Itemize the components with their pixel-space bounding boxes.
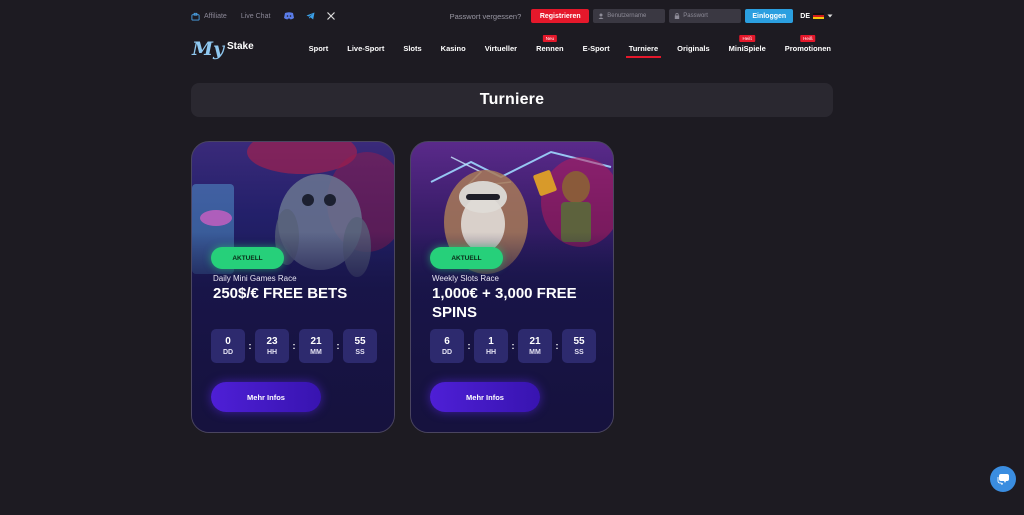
status-badge: AKTUELL bbox=[430, 247, 503, 269]
mystake-logo[interactable]: My Stake bbox=[191, 36, 257, 62]
auth-area: Passwort vergessen? Registrieren Benutze… bbox=[450, 9, 833, 23]
top-bar: Affiliate Live Chat Passwort vergessen? … bbox=[191, 8, 833, 24]
more-info-button[interactable]: Mehr Infos bbox=[211, 382, 321, 412]
timer-separator: : bbox=[336, 341, 340, 351]
affiliate-label: Affiliate bbox=[204, 12, 227, 20]
lock-icon bbox=[675, 13, 680, 19]
more-info-button[interactable]: Mehr Infos bbox=[430, 382, 540, 412]
timer-value: 0 bbox=[225, 335, 231, 347]
countdown-timer: 6 DD : 1 HH : 21 MM : 55 SS bbox=[430, 329, 596, 363]
nav-label: MiniSpiele bbox=[728, 44, 766, 53]
page-title-bar: Turniere bbox=[191, 83, 833, 117]
nav-label: Rennen bbox=[536, 44, 564, 53]
language-selector[interactable]: DE bbox=[800, 12, 833, 20]
language-code: DE bbox=[800, 12, 810, 20]
timer-seconds: 55 SS bbox=[562, 329, 596, 363]
germany-flag-icon bbox=[813, 12, 824, 20]
timer-value: 23 bbox=[266, 335, 278, 347]
tournament-card[interactable]: AKTUELL Daily Mini Games Race 250$/€ FRE… bbox=[191, 141, 395, 433]
nav-label: Sport bbox=[308, 44, 329, 53]
timer-separator: : bbox=[511, 341, 515, 351]
timer-days: 6 DD bbox=[430, 329, 464, 363]
timer-value: 21 bbox=[529, 335, 541, 347]
telegram-icon[interactable] bbox=[306, 12, 315, 20]
timer-value: 6 bbox=[444, 335, 450, 347]
nav-slots[interactable]: Slots bbox=[403, 44, 421, 53]
timer-separator: : bbox=[292, 341, 296, 351]
discord-icon[interactable] bbox=[284, 12, 295, 20]
password-placeholder: Passwort bbox=[683, 13, 708, 19]
timer-seconds: 55 SS bbox=[343, 329, 377, 363]
timer-unit: HH bbox=[266, 348, 278, 356]
card-title: 1,000€ + 3,000 FREE SPINS bbox=[432, 285, 577, 321]
tournament-card[interactable]: AKTUELL Weekly Slots Race 1,000€ + 3,000… bbox=[410, 141, 614, 433]
register-button[interactable]: Registrieren bbox=[531, 9, 590, 23]
timer-separator: : bbox=[248, 341, 252, 351]
timer-hours: 1 HH bbox=[474, 329, 508, 363]
nav-originals[interactable]: Originals bbox=[677, 44, 710, 53]
nav-label: Promotionen bbox=[784, 44, 831, 53]
nav-rennen[interactable]: Neu Rennen bbox=[536, 35, 564, 53]
x-twitter-icon[interactable] bbox=[327, 12, 336, 20]
timer-value: 21 bbox=[310, 335, 322, 347]
status-badge: AKTUELL bbox=[211, 247, 284, 269]
new-badge: Neu bbox=[542, 35, 557, 42]
nav-label: Slots bbox=[403, 44, 422, 53]
nav-kasino[interactable]: Kasino bbox=[441, 44, 466, 53]
username-placeholder: Benutzername bbox=[607, 13, 647, 19]
username-field[interactable]: Benutzername bbox=[593, 9, 666, 23]
hot-badge: Heiß bbox=[739, 35, 755, 42]
timer-unit: MM bbox=[310, 348, 322, 356]
nav-label: Virtueller bbox=[484, 44, 518, 53]
page-title: Turniere bbox=[479, 91, 545, 108]
nav-label: Live-Sport bbox=[347, 44, 385, 53]
nav-label: Turniere bbox=[628, 44, 659, 53]
briefcase-icon bbox=[191, 12, 200, 21]
nav-promotionen[interactable]: Heiß Promotionen bbox=[784, 35, 831, 53]
timer-minutes: 21 MM bbox=[299, 329, 333, 363]
timer-unit: DD bbox=[222, 348, 234, 356]
countdown-timer: 0 DD : 23 HH : 21 MM : 55 SS bbox=[211, 329, 377, 363]
top-links: Affiliate Live Chat bbox=[191, 12, 336, 21]
timer-value: 55 bbox=[354, 335, 366, 347]
nav-label: Originals bbox=[677, 44, 710, 53]
chat-bubble-icon bbox=[997, 474, 1009, 485]
timer-unit: SS bbox=[574, 348, 584, 356]
forgot-password-link[interactable]: Passwort vergessen? bbox=[450, 12, 522, 21]
timer-separator: : bbox=[555, 341, 559, 351]
timer-minutes: 21 MM bbox=[518, 329, 552, 363]
card-subtitle: Daily Mini Games Race bbox=[213, 274, 297, 283]
timer-unit: HH bbox=[485, 348, 497, 356]
affiliate-link[interactable]: Affiliate bbox=[191, 12, 227, 21]
chat-support-button[interactable] bbox=[990, 466, 1016, 492]
main-nav: Sport Live-Sport Slots Kasino Virtueller… bbox=[309, 35, 831, 58]
live-chat-link[interactable]: Live Chat bbox=[241, 13, 271, 20]
timer-unit: DD bbox=[441, 348, 453, 356]
nav-virtueller[interactable]: Virtueller bbox=[485, 44, 517, 53]
nav-label: E-Sport bbox=[582, 44, 610, 53]
timer-unit: MM bbox=[529, 348, 541, 356]
hot-badge: Heiß bbox=[800, 35, 816, 42]
nav-sport[interactable]: Sport bbox=[309, 44, 329, 53]
timer-unit: SS bbox=[355, 348, 365, 356]
nav-minispiele[interactable]: Heiß MiniSpiele bbox=[728, 35, 766, 53]
timer-separator: : bbox=[467, 341, 471, 351]
password-field[interactable]: Passwort bbox=[669, 9, 742, 23]
nav-live-sport[interactable]: Live-Sport bbox=[347, 44, 384, 53]
nav-turniere[interactable]: Turniere bbox=[625, 44, 662, 58]
timer-days: 0 DD bbox=[211, 329, 245, 363]
timer-value: 1 bbox=[488, 335, 494, 347]
user-icon bbox=[598, 13, 604, 19]
login-button[interactable]: Einloggen bbox=[745, 9, 794, 23]
card-subtitle: Weekly Slots Race bbox=[432, 274, 499, 283]
timer-hours: 23 HH bbox=[255, 329, 289, 363]
logo-stake: Stake bbox=[227, 41, 254, 52]
chevron-down-icon bbox=[827, 14, 833, 18]
logo-my: My bbox=[191, 38, 226, 60]
nav-e-sport[interactable]: E-Sport bbox=[583, 44, 610, 53]
nav-label: Kasino bbox=[440, 44, 466, 53]
timer-value: 55 bbox=[573, 335, 585, 347]
card-title: 250$/€ FREE BETS bbox=[213, 285, 348, 302]
